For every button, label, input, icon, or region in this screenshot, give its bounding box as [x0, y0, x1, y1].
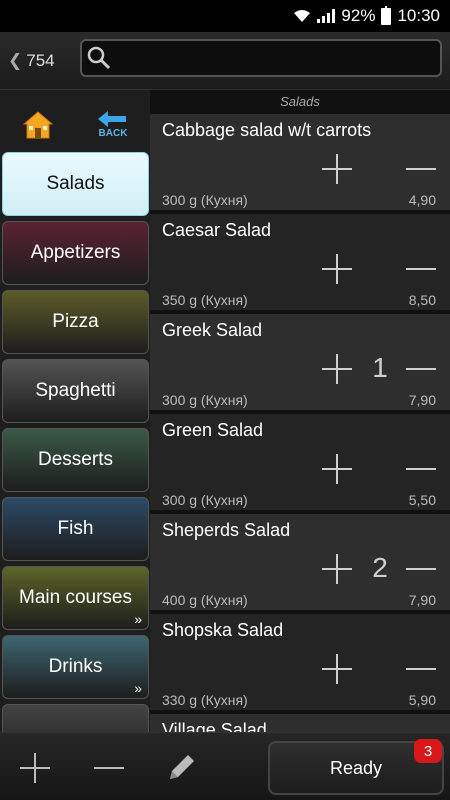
menu-item[interactable]: Village Salad [150, 714, 450, 732]
menu-items-list: Cabbage salad w/t carrots 300 g (Кухня) 4,… [150, 114, 450, 732]
item-weight: 300 g (Кухня) [162, 392, 248, 408]
item-price: 7,90 [408, 392, 436, 408]
battery-percent: 92% [341, 6, 376, 25]
category-empty[interactable] [2, 704, 149, 732]
home-icon[interactable] [22, 110, 54, 140]
bottom-bar: Ready 3 [0, 732, 450, 800]
back-to-orders[interactable]: ❮ 754 [8, 51, 55, 71]
category-label: Spaghetti [35, 380, 116, 401]
battery-icon [381, 5, 392, 25]
decrease-button[interactable] [406, 454, 436, 484]
decrease-button[interactable] [406, 554, 436, 584]
category-label: Salads [46, 173, 105, 194]
search-input[interactable] [80, 39, 442, 77]
item-price: 7,90 [408, 592, 436, 608]
search-icon [87, 46, 111, 70]
clock: 10:30 [397, 6, 440, 25]
item-name: Cabbage salad w/t carrots [162, 120, 372, 140]
wifi-icon [294, 10, 311, 22]
increase-button[interactable] [322, 654, 352, 684]
status-bar: 92% 10:30 [0, 0, 450, 32]
more-indicator-icon: » [134, 611, 142, 627]
add-button[interactable] [20, 753, 50, 783]
increase-button[interactable] [322, 254, 352, 284]
item-name: Green Salad [162, 420, 264, 440]
back-button[interactable]: BACK [96, 110, 130, 140]
category-sidebar: BACK Salads Appetizers Pizza Spaghetti Desse… [0, 90, 150, 732]
signal-icon [317, 9, 336, 23]
ready-label: Ready [329, 757, 383, 778]
menu-item[interactable]: Sheperds Salad 2 400 g (Кухня) 7,90 [150, 514, 450, 612]
increase-button[interactable] [322, 354, 352, 384]
category-label: Appetizers [30, 242, 121, 263]
decrease-button[interactable] [406, 654, 436, 684]
category-main-courses[interactable]: Main courses» [2, 566, 149, 630]
category-salads[interactable]: Salads [2, 152, 149, 216]
item-weight: 400 g (Кухня) [162, 592, 248, 608]
item-weight: 300 g (Кухня) [162, 192, 248, 208]
item-name: Village Salad [162, 720, 267, 732]
category-label: Pizza [52, 311, 99, 332]
menu-item[interactable]: Greek Salad 1 300 g (Кухня) 7,90 [150, 314, 450, 412]
increase-button[interactable] [322, 154, 352, 184]
category-label: Main courses [19, 587, 132, 608]
top-bar: ❮ 754 [0, 32, 450, 90]
item-name: Sheperds Salad [162, 520, 291, 540]
category-label: Fish [57, 518, 94, 539]
arrow-left-icon [98, 111, 126, 127]
category-fish[interactable]: Fish [2, 497, 149, 561]
increase-button[interactable] [322, 454, 352, 484]
category-label: Desserts [38, 449, 113, 470]
back-label: BACK [98, 128, 128, 139]
nav-row: BACK [0, 90, 150, 152]
category-appetizers[interactable]: Appetizers [2, 221, 149, 285]
menu-item[interactable]: Caesar Salad 350 g (Кухня) 8,50 [150, 214, 450, 312]
order-number: 754 [26, 51, 55, 70]
chevron-left-icon: ❮ [8, 51, 23, 70]
ready-count-badge: 3 [414, 739, 442, 763]
item-weight: 330 g (Кухня) [162, 692, 248, 708]
item-quantity: 2 [372, 552, 388, 583]
menu-item[interactable]: Green Salad 300 g (Кухня) 5,50 [150, 414, 450, 512]
item-quantity: 1 [372, 352, 388, 383]
increase-button[interactable] [322, 554, 352, 584]
category-label: Drinks [48, 656, 103, 677]
item-weight: 350 g (Кухня) [162, 292, 248, 308]
item-name: Greek Salad [162, 320, 263, 340]
category-drinks[interactable]: Drinks » [2, 635, 149, 699]
menu-item[interactable]: Shopska Salad 330 g (Кухня) 5,90 [150, 614, 450, 712]
item-name: Shopska Salad [162, 620, 284, 640]
item-weight: 300 g (Кухня) [162, 492, 248, 508]
decrease-button[interactable] [406, 154, 436, 184]
remove-button[interactable] [94, 753, 124, 783]
item-price: 5,90 [408, 692, 436, 708]
decrease-button[interactable] [406, 354, 436, 384]
menu-item[interactable]: Cabbage salad w/t carrots 300 g (Кухня) 4,… [150, 114, 450, 212]
item-price: 5,50 [408, 492, 436, 508]
decrease-button[interactable] [406, 254, 436, 284]
section-title: Salads [280, 94, 320, 109]
category-spaghetti[interactable]: Spaghetti [2, 359, 149, 423]
item-name: Caesar Salad [162, 220, 272, 240]
item-price: 8,50 [408, 292, 436, 308]
category-pizza[interactable]: Pizza [2, 290, 149, 354]
item-price: 4,90 [408, 192, 436, 208]
category-desserts[interactable]: Desserts [2, 428, 149, 492]
more-indicator-icon: » [134, 680, 142, 696]
pencil-icon[interactable] [164, 751, 198, 785]
